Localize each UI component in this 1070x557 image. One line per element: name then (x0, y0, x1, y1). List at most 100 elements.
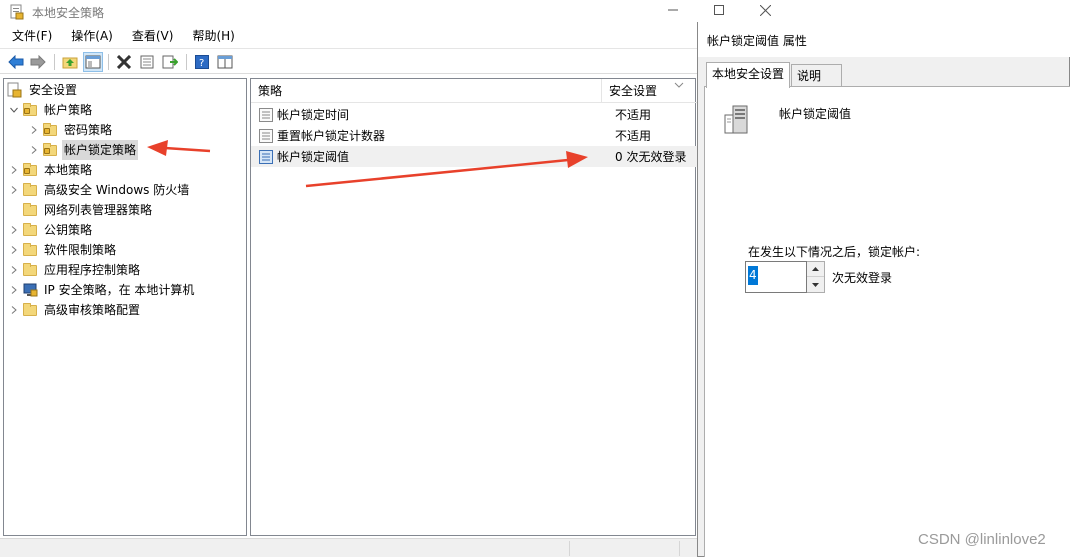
show-hide-tree-button[interactable] (83, 52, 103, 72)
tree-label: IP 安全策略，在 本地计算机 (44, 283, 195, 297)
console-tree-icon (217, 55, 233, 69)
policy-name-heading: 帐户锁定阈值 (779, 107, 852, 121)
tree-item-ipsec[interactable]: IP 安全策略，在 本地计算机 (8, 280, 196, 300)
tree-item-account-policies[interactable]: 帐户策略 (8, 100, 94, 120)
properties-dialog: 帐户锁定阈值 属性 本地安全设置 说明 帐户锁定阈值 在发生以下情况之后，锁定帐… (697, 22, 1070, 557)
tab-explain[interactable]: 说明 (791, 64, 842, 87)
minimize-button[interactable] (650, 0, 696, 20)
policy-name: 重置帐户锁定计数器 (277, 129, 386, 143)
export-list-icon (162, 55, 178, 69)
threshold-value: 4 (748, 266, 758, 285)
policy-value: 不适用 (615, 129, 652, 143)
tree-item-lockout-policy[interactable]: 帐户锁定策略 (28, 140, 139, 160)
close-icon (759, 4, 771, 16)
minimize-icon (668, 9, 678, 11)
folder-lock-icon (22, 102, 38, 118)
folder-lock-icon (42, 142, 58, 158)
tree-label: 高级安全 Windows 防火墙 (44, 183, 190, 197)
menu-bar: 文件(F) 操作(A) 查看(V) 帮助(H) (0, 26, 788, 46)
tree-item-network-list[interactable]: 网络列表管理器策略 (8, 200, 154, 220)
policy-value: 不适用 (615, 108, 652, 122)
close-button[interactable] (742, 0, 788, 20)
sort-caret-icon (674, 82, 684, 88)
forward-button[interactable] (28, 52, 48, 72)
menu-view[interactable]: 查看(V) (120, 26, 181, 46)
watermark: CSDN @linlinlove2 (918, 531, 1046, 548)
forward-arrow-icon (30, 55, 46, 69)
collapse-chevron-icon[interactable] (8, 100, 20, 120)
help-button[interactable]: ? (192, 52, 212, 72)
properties-button[interactable] (137, 52, 157, 72)
tree-label: 安全设置 (29, 83, 78, 97)
tree-label: 公钥策略 (44, 223, 93, 237)
tab-local-security-setting[interactable]: 本地安全设置 (706, 62, 790, 88)
column-header-policy[interactable]: 策略 (251, 79, 602, 103)
menu-action[interactable]: 操作(A) (59, 26, 120, 46)
toolbar: ? (0, 48, 788, 74)
maximize-button[interactable] (696, 0, 742, 20)
threshold-input[interactable]: 4 (745, 261, 807, 293)
tree-item-local-policies[interactable]: 本地策略 (8, 160, 94, 180)
tree-item-password-policy[interactable]: 密码策略 (28, 120, 114, 140)
spin-up-button[interactable] (807, 262, 824, 277)
tree-item-applocker[interactable]: 应用程序控制策略 (8, 260, 142, 280)
expand-chevron-icon[interactable] (8, 160, 20, 180)
folder-icon (22, 302, 38, 318)
tree-item-security-settings[interactable]: 安全设置 (7, 80, 79, 100)
policy-name: 帐户锁定阈值 (277, 150, 350, 164)
delete-button[interactable] (114, 52, 134, 72)
console-tree-button[interactable] (215, 52, 235, 72)
no-chevron (8, 200, 20, 220)
server-icon (724, 105, 748, 134)
tree-item-firewall[interactable]: 高级安全 Windows 防火墙 (8, 180, 191, 200)
dialog-title-bar: 帐户锁定阈值 属性 (698, 22, 1070, 57)
security-settings-icon (7, 82, 23, 98)
tree-label: 软件限制策略 (44, 243, 117, 257)
dialog-title: 帐户锁定阈值 属性 (707, 34, 807, 48)
spin-down-button[interactable] (807, 277, 824, 292)
folder-icon (22, 242, 38, 258)
list-header: 策略 安全设置 (251, 79, 697, 103)
maximize-icon (714, 5, 724, 15)
tree-item-public-key[interactable]: 公钥策略 (8, 220, 94, 240)
lockout-threshold-label: 在发生以下情况之后，锁定帐户: (748, 245, 921, 259)
folder-icon (22, 222, 38, 238)
list-row[interactable]: 重置帐户锁定计数器 不适用 (251, 125, 697, 146)
policy-value: 0 次无效登录 (615, 150, 687, 164)
tree-item-software-restriction[interactable]: 软件限制策略 (8, 240, 118, 260)
back-button[interactable] (6, 52, 26, 72)
tree-label: 网络列表管理器策略 (44, 203, 153, 217)
help-icon: ? (195, 55, 209, 69)
list-row[interactable]: 帐户锁定阈值 0 次无效登录 (251, 146, 697, 167)
tree-label: 高级审核策略配置 (44, 303, 141, 317)
export-list-button[interactable] (160, 52, 180, 72)
expand-chevron-icon[interactable] (28, 120, 40, 140)
tree-label: 密码策略 (64, 123, 113, 137)
list-row[interactable]: 帐户锁定时间 不适用 (251, 104, 697, 125)
folder-icon (22, 262, 38, 278)
expand-chevron-icon[interactable] (8, 260, 20, 280)
folder-icon (22, 182, 38, 198)
expand-chevron-icon[interactable] (8, 180, 20, 200)
tree-item-audit[interactable]: 高级审核策略配置 (8, 300, 142, 320)
threshold-suffix: 次无效登录 (832, 271, 893, 285)
window-title: 本地安全策略 (32, 6, 105, 20)
expand-chevron-icon[interactable] (8, 280, 20, 300)
expand-chevron-icon[interactable] (28, 140, 40, 160)
menu-file[interactable]: 文件(F) (0, 26, 59, 46)
console-tree: 安全设置 帐户策略 密码策略 帐户锁定策略 本地策略 高级安全 Windows … (3, 78, 247, 536)
expand-chevron-icon[interactable] (8, 220, 20, 240)
up-one-level-button[interactable] (60, 52, 80, 72)
menu-help[interactable]: 帮助(H) (180, 26, 241, 46)
back-arrow-icon (8, 55, 24, 69)
expand-chevron-icon[interactable] (8, 300, 20, 320)
policy-setting-icon (259, 128, 273, 143)
status-bar (0, 538, 788, 557)
tree-label: 应用程序控制策略 (44, 263, 141, 277)
policy-name: 帐户锁定时间 (277, 108, 350, 122)
tab-panel: 帐户锁定阈值 在发生以下情况之后，锁定帐户: 4 次无效登录 (704, 86, 1070, 557)
threshold-spinner (807, 261, 825, 293)
expand-chevron-icon[interactable] (8, 240, 20, 260)
folder-lock-icon (22, 162, 38, 178)
folder-icon (22, 202, 38, 218)
